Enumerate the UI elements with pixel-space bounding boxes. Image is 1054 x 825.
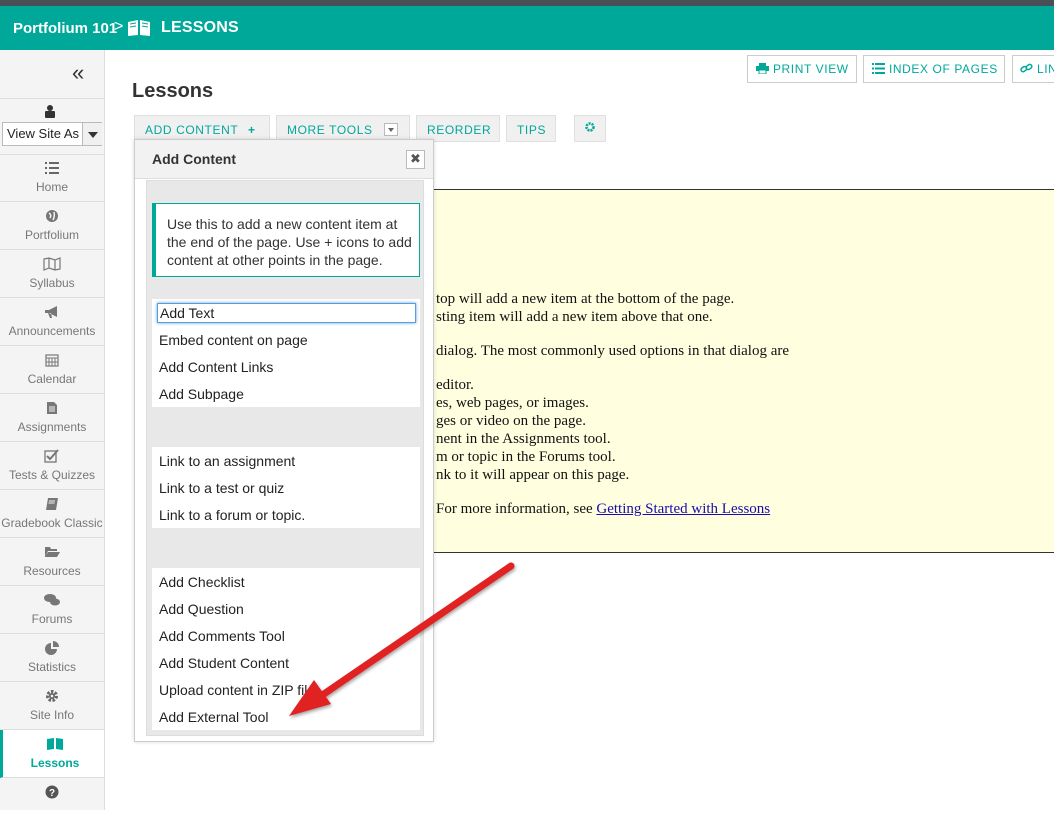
book-open-icon (127, 19, 151, 42)
svg-text:?: ? (49, 788, 55, 799)
add-content-links-option[interactable]: Add Content Links (159, 359, 273, 375)
content-line: m or topic in the Forums tool. (436, 449, 616, 465)
globe-icon (0, 209, 104, 225)
content-line: ges or video on the page. (436, 413, 586, 429)
link-options-group: Link to an assignment Link to a test or … (152, 447, 420, 528)
user-lock-icon (44, 104, 56, 123)
chevron-down-icon (384, 123, 398, 136)
add-subpage-option[interactable]: Add Subpage (159, 386, 244, 402)
book-open-icon (3, 737, 107, 753)
dialog-title: Add Content (152, 151, 236, 167)
list-icon (872, 63, 885, 74)
add-content-button[interactable]: ADD CONTENT + (134, 115, 270, 142)
sidebar-item-portfolium[interactable]: Portfolium (0, 202, 104, 250)
header-bar: Portfolium 101 > LESSONS (0, 6, 1054, 50)
print-view-button[interactable]: PRINT VIEW (747, 55, 857, 83)
add-student-content-option[interactable]: Add Student Content (159, 655, 289, 671)
link-assignment-option[interactable]: Link to an assignment (159, 453, 295, 469)
add-question-option[interactable]: Add Question (159, 601, 244, 617)
calendar-icon (0, 353, 104, 369)
content-line: dialog. The most commonly used options i… (436, 343, 790, 359)
collapse-sidebar-button[interactable]: « (0, 50, 104, 99)
gear-icon (585, 121, 595, 135)
view-site-as-select[interactable]: View Site As (2, 122, 102, 146)
gear-icon (0, 689, 104, 705)
sidebar-item-site-info[interactable]: Site Info (0, 682, 104, 730)
page-title: Lessons (132, 80, 214, 102)
reorder-button[interactable]: REORDER (416, 115, 500, 142)
dialog-body: Use this to add a new content item at th… (146, 180, 424, 736)
content-line: nent in the Assignments tool. (436, 431, 611, 447)
link-button[interactable]: LIN (1012, 55, 1054, 83)
sidebar-item-calendar[interactable]: Calendar (0, 346, 104, 394)
link-test-quiz-option[interactable]: Link to a test or quiz (159, 480, 284, 496)
settings-button[interactable] (574, 115, 606, 142)
question-circle-icon: ? (0, 785, 104, 801)
sidebar-item-tests-quizzes[interactable]: Tests & Quizzes (0, 442, 104, 490)
chevron-down-icon (82, 123, 102, 145)
link-icon (1020, 63, 1033, 73)
sidebar: « View Site As Home Portfolium Syllabus … (0, 50, 105, 810)
pie-chart-icon (0, 641, 104, 657)
dialog-info-box: Use this to add a new content item at th… (152, 203, 420, 277)
site-title-link[interactable]: Portfolium 101 (13, 20, 117, 37)
book-icon (0, 497, 104, 513)
more-info-line: For more information, see Getting Starte… (436, 501, 771, 517)
more-tools-button[interactable]: MORE TOOLS (276, 115, 410, 142)
view-as-section: View Site As (0, 98, 104, 155)
plus-icon: + (248, 123, 256, 137)
upload-zip-option[interactable]: Upload content in ZIP file (159, 682, 315, 698)
add-external-tool-option[interactable]: Add External Tool (159, 709, 268, 725)
document-icon (0, 401, 104, 417)
sidebar-item-syllabus[interactable]: Syllabus (0, 250, 104, 298)
sidebar-item-lessons[interactable]: Lessons (0, 730, 104, 778)
sidebar-item-forums[interactable]: Forums (0, 586, 104, 634)
add-comments-tool-option[interactable]: Add Comments Tool (159, 628, 285, 644)
checkbox-icon (0, 449, 104, 465)
lesson-content: top will add a new item at the bottom of… (420, 189, 1054, 553)
list-icon (0, 161, 104, 177)
content-line: es, web pages, or images. (436, 395, 589, 411)
content-options-group: Add Text Embed content on page Add Conte… (152, 299, 420, 407)
content-line: editor. (436, 377, 474, 393)
getting-started-link[interactable]: Getting Started with Lessons (596, 501, 770, 517)
content-line: top will add a new item at the bottom of… (436, 291, 735, 307)
content-line: nk to it will appear on this page. (436, 467, 630, 483)
sidebar-item-assignments[interactable]: Assignments (0, 394, 104, 442)
map-icon (0, 257, 104, 273)
chat-icon (0, 593, 104, 609)
printer-icon (756, 63, 769, 75)
sidebar-item-statistics[interactable]: Statistics (0, 634, 104, 682)
content-line: sting item will add a new item above tha… (436, 309, 713, 325)
embed-content-option[interactable]: Embed content on page (159, 332, 308, 348)
bullhorn-icon (0, 305, 104, 321)
folder-icon (0, 545, 104, 561)
add-content-dialog: Add Content ✖ Use this to add a new cont… (134, 139, 434, 742)
sidebar-item-home[interactable]: Home (0, 154, 104, 202)
dialog-header: Add Content ✖ (135, 140, 433, 179)
breadcrumb-separator: > (114, 18, 124, 35)
sidebar-item-help[interactable]: ? (0, 778, 104, 825)
sidebar-item-gradebook-classic[interactable]: Gradebook Classic (0, 490, 104, 538)
sidebar-item-announcements[interactable]: Announcements (0, 298, 104, 346)
close-icon[interactable]: ✖ (406, 150, 425, 169)
add-checklist-option[interactable]: Add Checklist (159, 574, 245, 590)
tips-button[interactable]: TIPS (506, 115, 556, 142)
tool-options-group: Add Checklist Add Question Add Comments … (152, 568, 420, 730)
sidebar-item-resources[interactable]: Resources (0, 538, 104, 586)
index-of-pages-button[interactable]: INDEX OF PAGES (863, 55, 1005, 83)
add-text-option[interactable]: Add Text (157, 303, 416, 323)
tool-title: LESSONS (161, 19, 239, 36)
double-chevron-left-icon: « (72, 60, 85, 85)
link-forum-topic-option[interactable]: Link to a forum or topic. (159, 507, 305, 523)
